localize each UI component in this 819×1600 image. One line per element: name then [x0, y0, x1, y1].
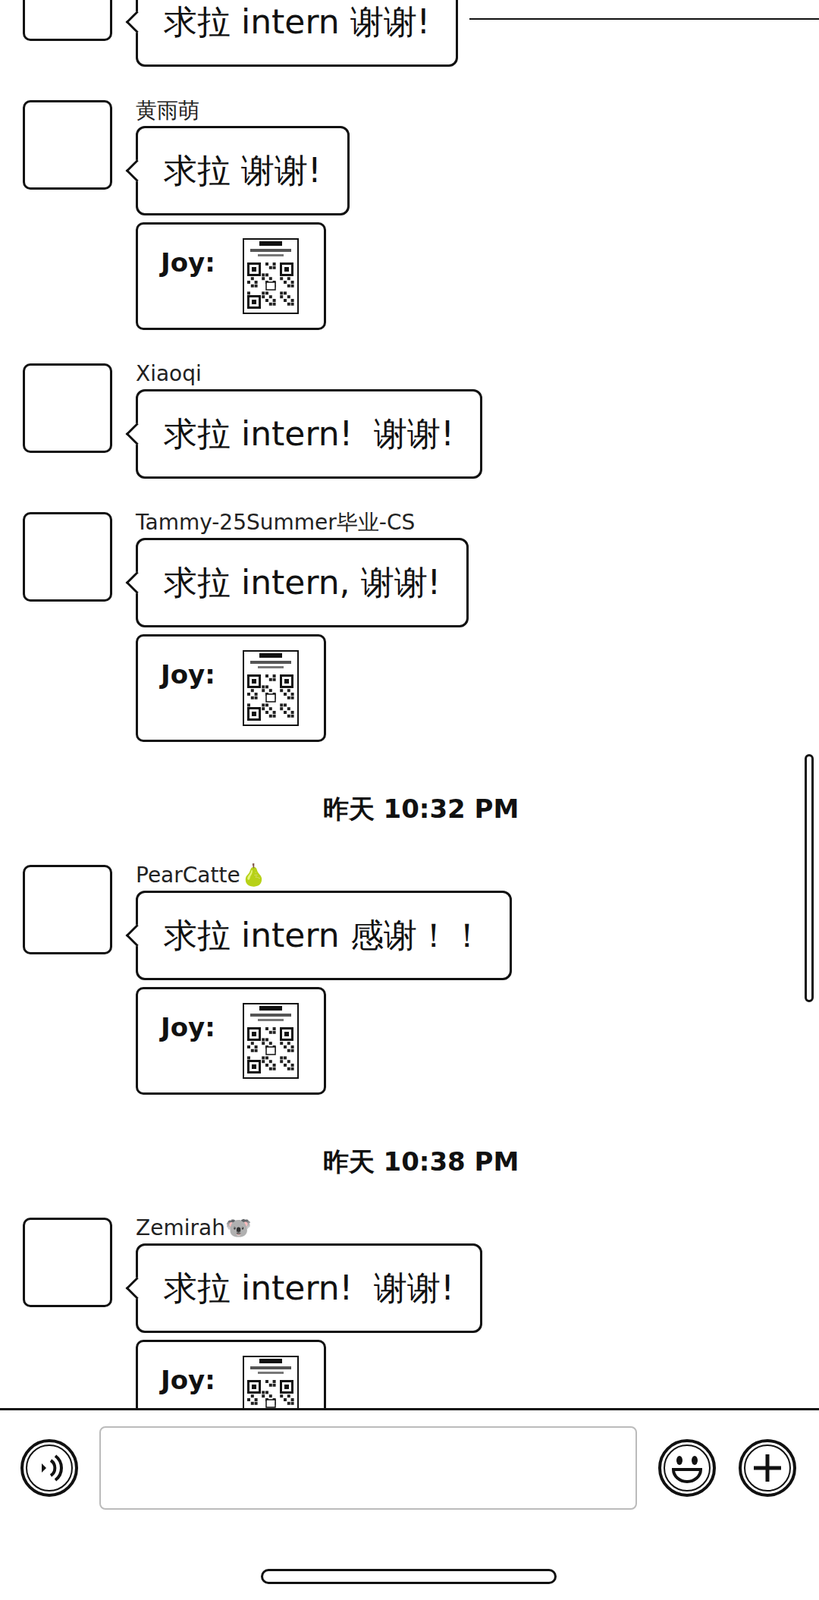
avatar[interactable] — [22, 363, 113, 453]
qr-thumbnail-icon[interactable] — [242, 1355, 299, 1408]
quoted-image-card[interactable]: Joy: — [135, 633, 327, 742]
message-list: 求拉 intern 谢谢! 黄雨萌 求拉 谢谢! Joy: Xiaoqi 求拉 … — [0, 0, 819, 1408]
input-row — [18, 1425, 798, 1510]
timestamp: 昨天 10:32 PM — [22, 773, 819, 832]
message-input[interactable] — [99, 1425, 637, 1510]
message-bubble[interactable]: 求拉 intern! 谢谢! — [135, 389, 483, 479]
avatar[interactable] — [22, 1217, 113, 1307]
scrollbar-thumb[interactable] — [804, 753, 814, 1002]
message: 求拉 intern 谢谢! — [22, 0, 819, 67]
message: Xiaoqi 求拉 intern! 谢谢! — [22, 361, 819, 479]
qr-thumbnail-icon[interactable] — [242, 1002, 299, 1079]
message-content: 求拉 intern 谢谢! — [135, 0, 459, 67]
avatar[interactable] — [22, 864, 113, 954]
message: 黄雨萌 求拉 谢谢! Joy: — [22, 98, 819, 330]
message: Zemirah🐨 求拉 intern! 谢谢! Joy: — [22, 1215, 819, 1408]
sender-name: Xiaoqi — [135, 361, 202, 390]
message-content: Zemirah🐨 求拉 intern! 谢谢! Joy: — [135, 1215, 483, 1408]
message-area: 求拉 intern 谢谢! 黄雨萌 求拉 谢谢! Joy: Xiaoqi 求拉 … — [0, 0, 819, 1408]
message-bubble[interactable]: 求拉 intern 谢谢! — [135, 0, 459, 67]
qr-thumbnail-icon[interactable] — [242, 649, 299, 726]
avatar[interactable] — [22, 100, 113, 190]
quoted-image-card[interactable]: Joy: — [135, 1339, 327, 1408]
quoted-sender: Joy: — [160, 238, 216, 287]
message-content: Xiaoqi 求拉 intern! 谢谢! — [135, 361, 483, 479]
plus-icon[interactable] — [737, 1437, 798, 1498]
message: Tammy-25Summer毕业-CS 求拉 intern, 谢谢! Joy: — [22, 510, 819, 742]
avatar[interactable] — [22, 0, 113, 41]
avatar[interactable] — [22, 511, 113, 602]
message-bubble[interactable]: 求拉 intern! 谢谢! — [135, 1242, 483, 1333]
voice-icon[interactable] — [18, 1437, 80, 1498]
message-content: Tammy-25Summer毕业-CS 求拉 intern, 谢谢! Joy: — [135, 510, 469, 742]
message-content: PearCatte🍐 求拉 intern 感谢！！ Joy: — [135, 862, 512, 1095]
input-bar — [0, 1407, 819, 1600]
message-content: 黄雨萌 求拉 谢谢! Joy: — [135, 98, 350, 330]
quoted-sender: Joy: — [160, 1002, 216, 1052]
quoted-image-card[interactable]: Joy: — [135, 222, 327, 330]
emoji-icon[interactable] — [656, 1437, 718, 1498]
sender-name: PearCatte🍐 — [135, 862, 267, 891]
message-bubble[interactable]: 求拉 谢谢! — [135, 125, 350, 216]
quoted-sender: Joy: — [160, 1355, 216, 1404]
quoted-sender: Joy: — [160, 649, 216, 699]
quoted-image-card[interactable]: Joy: — [135, 986, 327, 1095]
message: PearCatte🍐 求拉 intern 感谢！！ Joy: — [22, 862, 819, 1095]
chat-screen: 求拉 intern 谢谢! 黄雨萌 求拉 谢谢! Joy: Xiaoqi 求拉 … — [0, 0, 819, 1600]
header-divider — [469, 18, 819, 20]
qr-thumbnail-icon[interactable] — [242, 238, 299, 314]
sender-name: 黄雨萌 — [135, 98, 200, 126]
sender-name: Zemirah🐨 — [135, 1215, 252, 1243]
timestamp: 昨天 10:38 PM — [22, 1126, 819, 1184]
sender-name: Tammy-25Summer毕业-CS — [135, 510, 415, 538]
home-indicator[interactable] — [260, 1568, 557, 1584]
message-bubble[interactable]: 求拉 intern 感谢！！ — [135, 890, 512, 980]
message-bubble[interactable]: 求拉 intern, 谢谢! — [135, 537, 469, 628]
